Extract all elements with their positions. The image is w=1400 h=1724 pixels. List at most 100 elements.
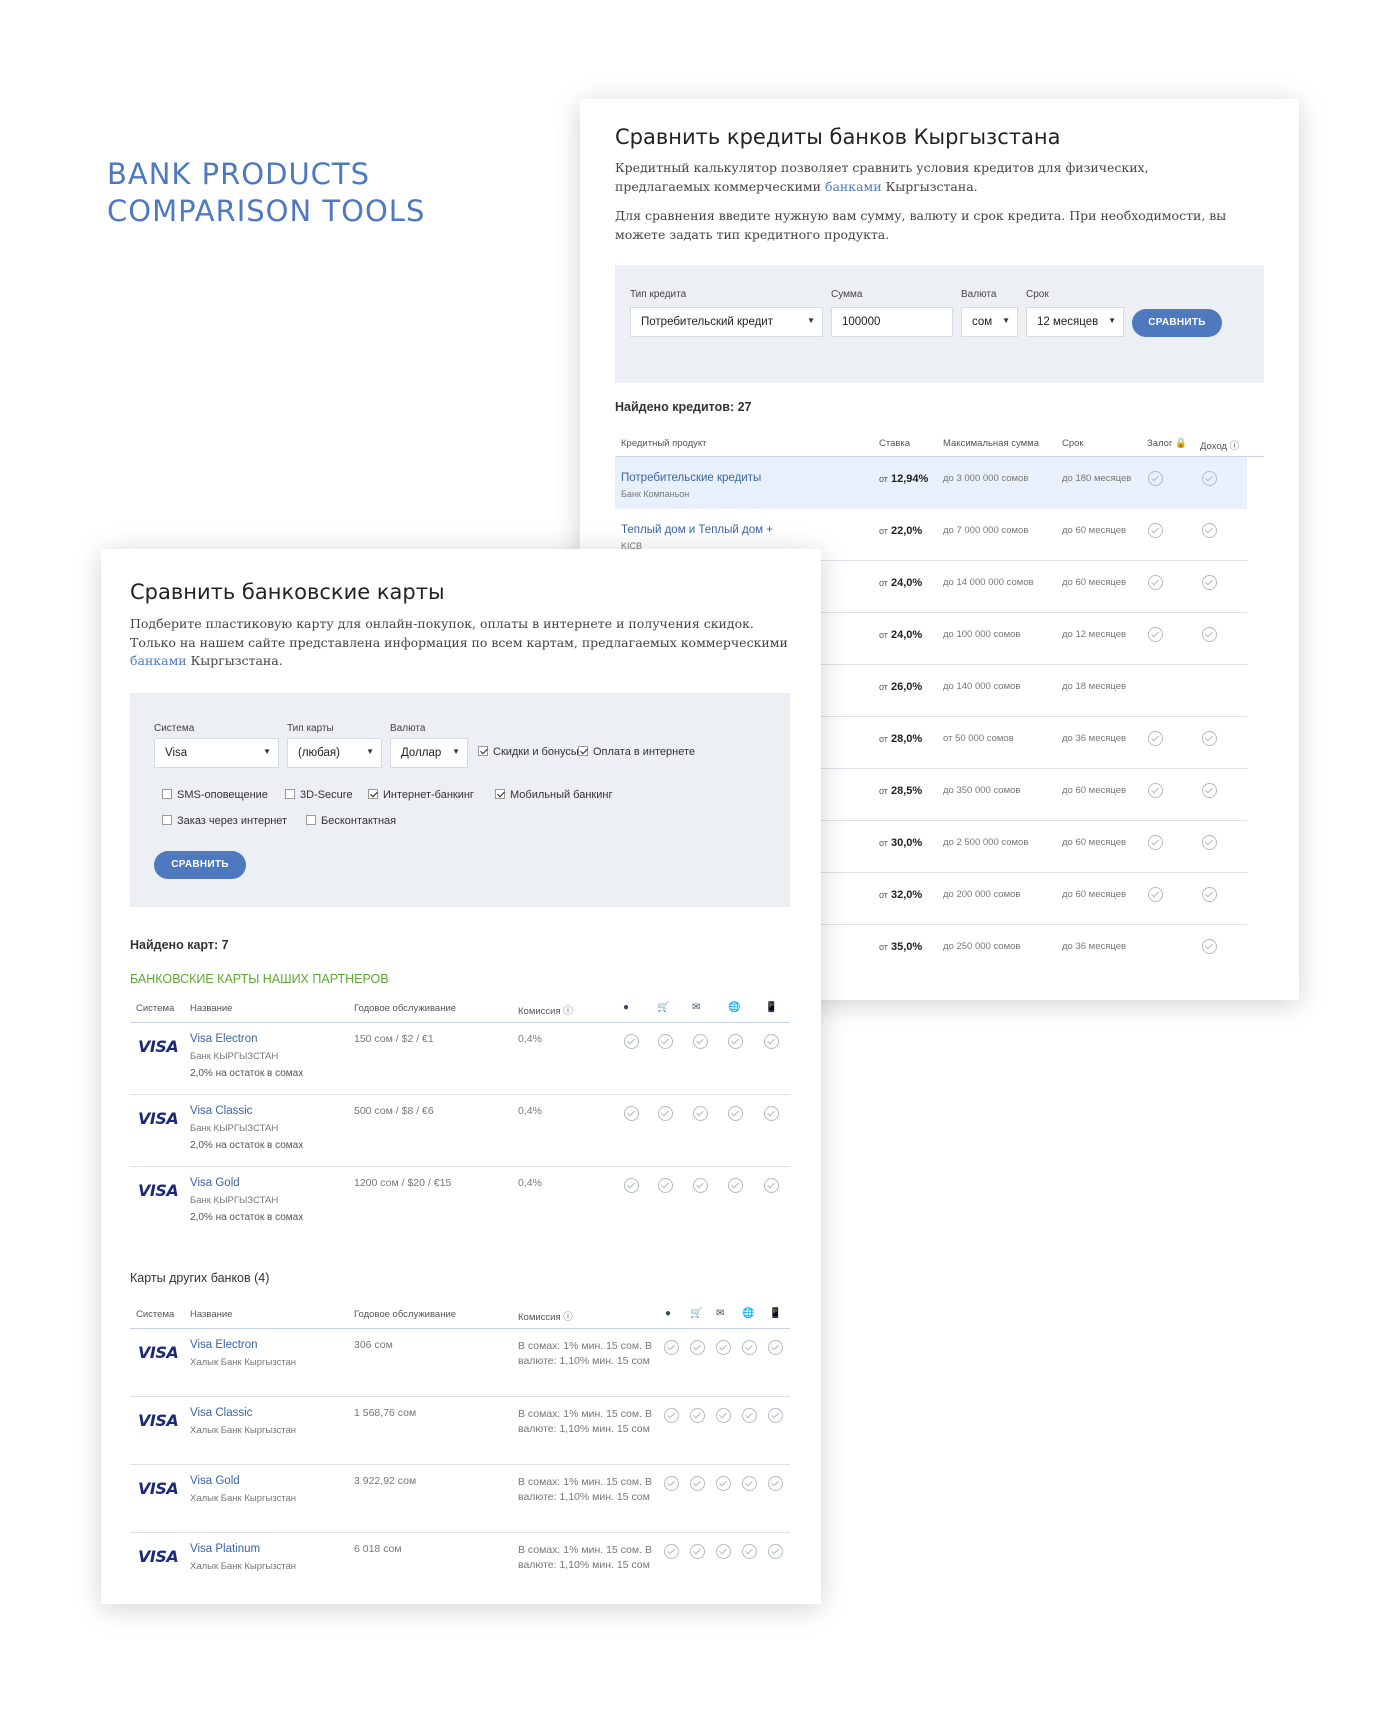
card-row[interactable]: VISA Visa Classic Банк КЫРГЫЗСТАН 2,0% н… [130, 1095, 790, 1166]
cart-icon: 🛒 [657, 1002, 670, 1013]
cart-icon: 🛒 [690, 1308, 703, 1319]
credit-row[interactable]: Потребительские кредиты Банк Компаньон о… [615, 457, 1247, 509]
credit-rate: от 28,0% [879, 733, 923, 745]
card-row[interactable]: VISA Visa Electron Банк КЫРГЫЗСТАН 2,0% … [130, 1023, 790, 1094]
currency-select[interactable]: сом ▼ [961, 307, 1018, 337]
feature-check-icon [716, 1408, 731, 1423]
checkbox-icon[interactable] [285, 789, 295, 799]
cards-panel: Сравнить банковские карты Подберите плас… [101, 549, 821, 1604]
credit-bank-name: Банк Компаньон [621, 489, 690, 499]
checkbox-mobile-banking[interactable]: Мобильный банкинг [495, 789, 612, 801]
credit-rate: от 35,0% [879, 941, 923, 953]
card-row[interactable]: VISA Visa Platinum Халык Банк Кыргызстан… [130, 1533, 790, 1600]
card-row[interactable]: VISA Visa Electron Халык Банк Кыргызстан… [130, 1329, 790, 1396]
credit-rate: от 12,94% [879, 473, 929, 485]
credit-max-sum: до 350 000 сомов [943, 785, 1021, 796]
credit-product-name[interactable]: Потребительские кредиты [621, 472, 761, 484]
checkbox-discounts[interactable]: Скидки и бонусы [478, 746, 579, 758]
caret-down-icon: ▼ [366, 747, 374, 756]
visa-logo-icon: VISA [138, 1181, 179, 1200]
sum-label: Сумма [831, 289, 863, 300]
card-currency-select[interactable]: Доллар ▼ [390, 738, 468, 768]
credit-term: до 18 месяцев [1062, 681, 1127, 692]
cards-found-count: Найдено карт: 7 [130, 938, 229, 952]
card-type-select[interactable]: (любая) ▼ [287, 738, 382, 768]
credit-rate: от 26,0% [879, 681, 923, 693]
card-fee: 1 568,76 сом [354, 1407, 417, 1419]
checkbox-online-order[interactable]: Заказ через интернет [162, 815, 287, 827]
card-type-label: Тип карты [287, 723, 334, 734]
income-check-icon [1202, 471, 1217, 486]
credit-type-select[interactable]: Потребительский кредит ▼ [630, 307, 823, 337]
card-bank: Халык Банк Кыргызстан [190, 1561, 297, 1572]
system-select[interactable]: Visa ▼ [154, 738, 279, 768]
income-check-icon [1202, 627, 1217, 642]
credit-term: до 180 месяцев [1062, 473, 1132, 484]
credit-max-sum: до 3 000 000 сомов [943, 473, 1029, 484]
credit-rate: от 28,5% [879, 785, 923, 797]
circle-icon: ● [623, 1002, 630, 1013]
checkbox-internet-banking[interactable]: Интернет-банкинг [368, 789, 474, 801]
card-fee: 3 922,92 сом [354, 1475, 417, 1487]
feature-check-icon [693, 1106, 708, 1121]
credit-max-sum: до 140 000 сомов [943, 681, 1021, 692]
checkbox-online-payment[interactable]: Оплата в интернете [578, 746, 695, 758]
card-name[interactable]: Visa Platinum [190, 1543, 260, 1555]
feature-check-icon [716, 1544, 731, 1559]
card-bank: Банк КЫРГЫЗСТАН [190, 1195, 279, 1206]
credit-max-sum: до 2 500 000 сомов [943, 837, 1029, 848]
card-bank: Банк КЫРГЫЗСТАН [190, 1123, 279, 1134]
credit-max-sum: до 14 000 000 сомов [943, 577, 1034, 588]
term-select[interactable]: 12 месяцев ▼ [1026, 307, 1124, 337]
feature-check-icon [664, 1408, 679, 1423]
sum-input[interactable]: 100000 [831, 307, 953, 337]
checkbox-3d-secure[interactable]: 3D-Secure [285, 789, 353, 801]
card-name[interactable]: Visa Electron [190, 1339, 258, 1351]
banks-link[interactable]: банками [130, 653, 187, 668]
checkbox-icon[interactable] [578, 746, 588, 756]
checkbox-icon[interactable] [162, 815, 172, 825]
income-check-icon [1202, 523, 1217, 538]
card-row[interactable]: VISA Visa Gold Халык Банк Кыргызстан 3 9… [130, 1465, 790, 1532]
checkbox-sms[interactable]: SMS-оповещение [162, 789, 268, 801]
card-commission: 0,4% [518, 1105, 542, 1117]
checkbox-icon[interactable] [478, 746, 488, 756]
currency-label: Валюта [961, 289, 997, 300]
visa-logo-icon: VISA [138, 1109, 179, 1128]
feature-check-icon [742, 1476, 757, 1491]
credit-rate: от 30,0% [879, 837, 923, 849]
banks-link[interactable]: банками [825, 179, 882, 194]
feature-check-icon [768, 1340, 783, 1355]
card-promo: 2,0% на остаток в сомах [190, 1140, 304, 1151]
checkbox-icon[interactable] [306, 815, 316, 825]
card-row[interactable]: VISA Visa Gold Банк КЫРГЫЗСТАН 2,0% на о… [130, 1167, 790, 1238]
visa-logo-icon: VISA [138, 1037, 179, 1056]
credit-max-sum: от 50 000 сомов [943, 733, 1014, 744]
checkbox-icon[interactable] [162, 789, 172, 799]
card-name[interactable]: Visa Gold [190, 1177, 240, 1189]
checkbox-icon[interactable] [368, 789, 378, 799]
card-name[interactable]: Visa Electron [190, 1033, 258, 1045]
compare-cards-button[interactable]: СРАВНИТЬ [154, 851, 246, 879]
col-income: Доход ⓘ [1200, 441, 1240, 452]
feature-check-icon [742, 1544, 757, 1559]
credits-description-2: Для сравнения введите нужную вам сумму, … [615, 208, 1227, 242]
feature-check-icon [624, 1106, 639, 1121]
income-check-icon [1202, 939, 1217, 954]
credit-product-name[interactable]: Теплый дом и Теплый дом + [621, 524, 773, 536]
card-row[interactable]: VISA Visa Classic Халык Банк Кыргызстан … [130, 1397, 790, 1464]
compare-credits-button[interactable]: СРАВНИТЬ [1132, 309, 1222, 337]
credit-max-sum: до 100 000 сомов [943, 629, 1021, 640]
income-check-icon [1202, 731, 1217, 746]
card-name[interactable]: Visa Gold [190, 1475, 240, 1487]
card-name[interactable]: Visa Classic [190, 1105, 252, 1117]
col-system: Система [136, 1309, 175, 1320]
col-rate: Ставка [879, 438, 911, 449]
pledge-check-icon [1148, 783, 1163, 798]
checkbox-icon[interactable] [495, 789, 505, 799]
card-name[interactable]: Visa Classic [190, 1407, 252, 1419]
checkbox-contactless[interactable]: Бесконтактная [306, 815, 396, 827]
caret-down-icon: ▼ [1002, 316, 1010, 325]
card-commission: В сомах: 1% мин. 15 сом. В валюте: 1,10%… [518, 1340, 652, 1367]
credits-description: Кредитный калькулятор позволяет сравнить… [615, 160, 1149, 194]
